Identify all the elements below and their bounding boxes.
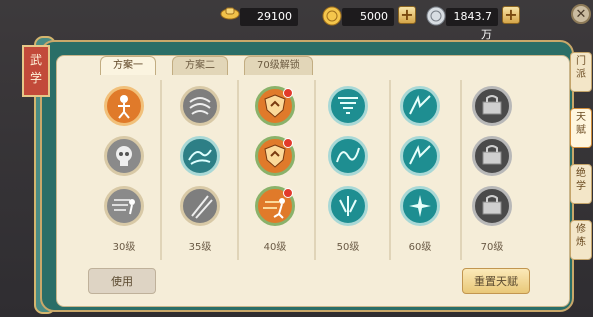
use-button[interactable]: 使用 [88,268,156,294]
skill-35-1[interactable] [180,86,220,126]
silver-coin-icon [426,6,446,30]
tab-level70-unlock[interactable]: 70级解锁 [244,56,313,75]
splash-teal-icon [339,196,357,216]
level-label-60: 60级 [408,242,432,253]
skill-40-1[interactable] [255,86,295,126]
side-tab-label: 天 赋 [576,112,586,136]
side-tab-sect[interactable]: 门 派 [570,52,592,92]
side-tab-label: 修 炼 [576,224,586,248]
gold-coin-icon [322,6,342,30]
side-tab-talent[interactable]: 天 赋 [570,108,592,148]
side-tab-cultivate[interactable]: 修 炼 [570,220,592,260]
skill-30-2[interactable] [104,136,144,176]
side-tab-ultimate[interactable]: 绝 学 [570,164,592,204]
tornado-teal-icon [338,97,358,114]
banner-title: 武 学 [29,53,42,85]
skill-30-1[interactable] [104,86,144,126]
level-label-70: 70级 [480,242,504,253]
tab-label: 方案一 [113,60,143,71]
wave-teal-icon [336,147,360,163]
locked-chest-icon [482,145,502,165]
skill-70-2[interactable] [472,136,512,176]
skill-30-3[interactable] [104,186,144,226]
skill-50-3[interactable] [328,186,368,226]
ingot-count: 29100 [240,8,298,26]
wind-grey-icon [189,97,211,115]
storm-teal-icon [409,145,431,165]
stickman-orange-icon [118,95,130,119]
skill-60-2[interactable] [400,136,440,176]
skull-grey-icon [116,146,132,166]
notification-dot [283,138,293,148]
skill-50-2[interactable] [328,136,368,176]
notification-dot [283,188,293,198]
locked-chest-icon [482,95,502,115]
add-silver-button[interactable]: + [502,6,520,24]
tab-label: 70级解锁 [257,60,300,71]
column-divider [314,80,316,260]
skill-70-3[interactable] [472,186,512,226]
column-divider [389,80,391,260]
add-coin-button[interactable]: + [398,6,416,24]
level-label-40: 40级 [263,242,287,253]
silver-count: 1843.7万 [446,8,498,41]
skill-35-3[interactable] [180,186,220,226]
locked-chest-icon [482,195,502,215]
level-label-35: 35级 [188,242,212,253]
column-divider [460,80,462,260]
martial-arts-banner: 武 学 [22,45,50,97]
storm-teal-icon [409,95,431,115]
close-button[interactable]: ✕ [571,4,591,24]
skill-40-2[interactable] [255,136,295,176]
side-tab-label: 门 派 [576,56,586,80]
coin-count: 5000 [342,8,394,26]
skill-60-3[interactable] [400,186,440,226]
skill-40-3[interactable] [255,186,295,226]
tab-plan-1[interactable]: 方案一 [100,56,156,75]
column-divider [160,80,162,260]
tab-label: 方案二 [185,60,215,71]
notification-dot [283,88,293,98]
sparkle-teal-icon [409,195,431,217]
reset-talents-button[interactable]: 重置天赋 [462,268,530,294]
skill-60-1[interactable] [400,86,440,126]
tab-plan-2[interactable]: 方案二 [172,56,228,75]
gold-ingot-icon [220,4,240,24]
runner-grey-icon [112,199,135,215]
slash-grey-icon [191,195,213,219]
column-divider [237,80,239,260]
skill-50-1[interactable] [328,86,368,126]
level-label-50: 50级 [336,242,360,253]
level-label-30: 30级 [112,242,136,253]
skill-70-1[interactable] [472,86,512,126]
side-tab-label: 绝 学 [576,168,586,192]
dragon-teal-icon [188,149,212,165]
skill-35-2[interactable] [180,136,220,176]
